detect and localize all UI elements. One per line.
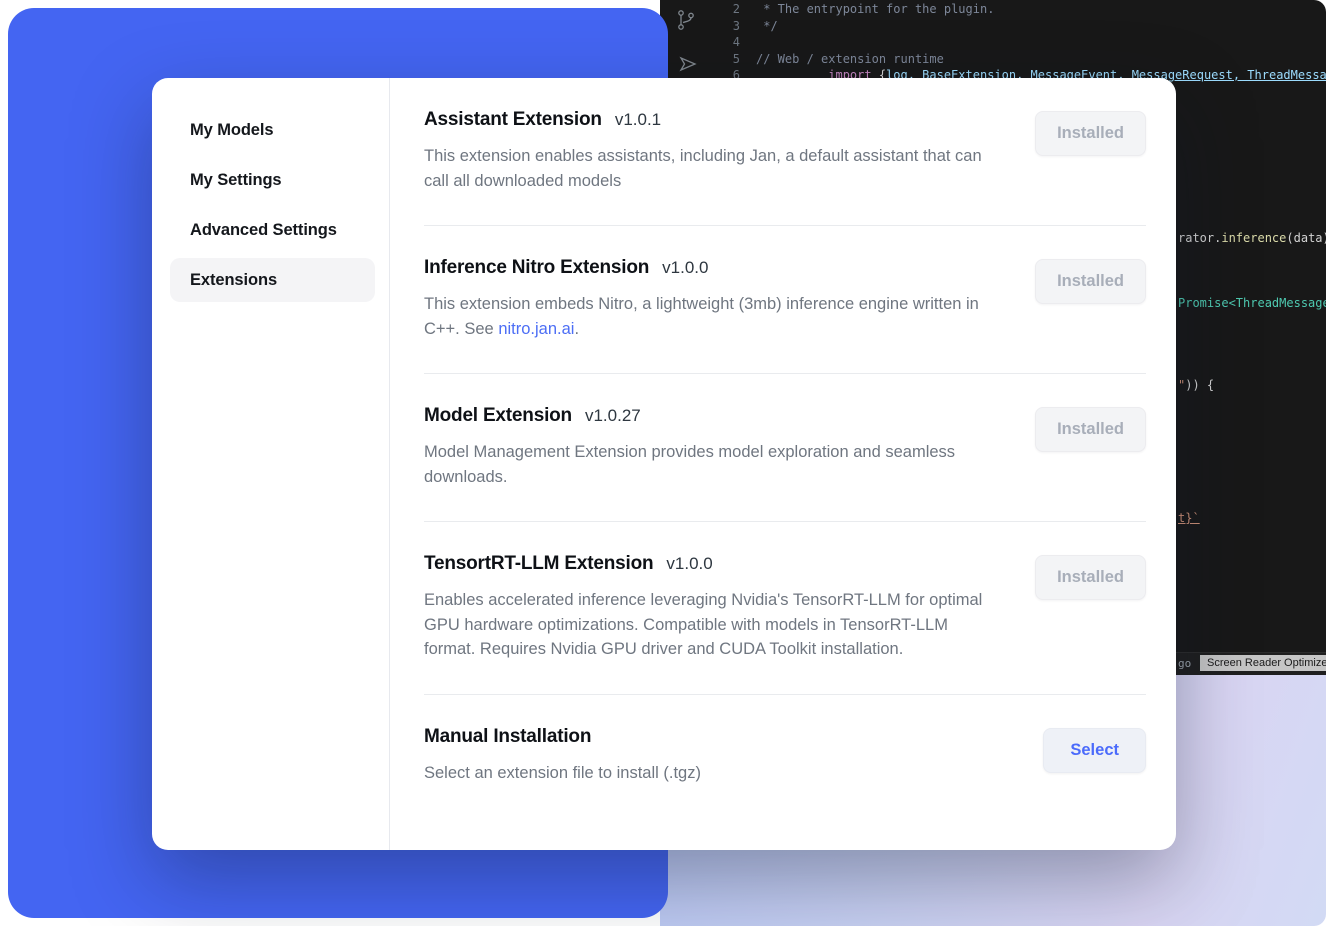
sidebar-item-advanced-settings[interactable]: Advanced Settings xyxy=(170,208,375,252)
select-file-button[interactable]: Select xyxy=(1043,728,1146,773)
code-fragment: ")) { xyxy=(1178,378,1214,392)
line-number: 4 xyxy=(660,34,740,51)
description-text: . xyxy=(574,320,579,338)
extension-info: Assistant Extension v1.0.1 This extensio… xyxy=(424,109,999,193)
code-fragment: Promise<ThreadMessage> xyxy=(1178,296,1326,310)
extension-name: Model Extension xyxy=(424,405,572,427)
extension-description: This extension embeds Nitro, a lightweig… xyxy=(424,292,999,341)
line-number: 5 xyxy=(660,51,740,68)
extension-row-model: Model Extension v1.0.27 Model Management… xyxy=(424,374,1146,522)
code-string: t}` xyxy=(1178,511,1200,525)
extension-info: TensortRT-LLM Extension v1.0.0 Enables a… xyxy=(424,553,999,662)
manual-installation-row: Manual Installation Select an extension … xyxy=(424,695,1146,818)
extension-description: Enables accelerated inference leveraging… xyxy=(424,588,999,662)
extension-name: Assistant Extension xyxy=(424,109,602,131)
code-fragment: t}` xyxy=(1178,511,1200,525)
extension-row-assistant: Assistant Extension v1.0.1 This extensio… xyxy=(424,78,1146,226)
code-function: inference xyxy=(1221,231,1286,245)
line-number: 3 xyxy=(660,18,740,35)
extension-name: Inference Nitro Extension xyxy=(424,257,649,279)
extension-row-tensorrt: TensortRT-LLM Extension v1.0.0 Enables a… xyxy=(424,522,1146,695)
code-fragment: rator.inference(data)); xyxy=(1178,231,1326,245)
sidebar-item-my-models[interactable]: My Models xyxy=(170,108,375,152)
manual-installation-description: Select an extension file to install (.tg… xyxy=(424,761,701,786)
code-text: rator. xyxy=(1178,231,1221,245)
code-lines: 2 * The entrypoint for the plugin. 3 */ … xyxy=(660,1,1326,84)
installed-button[interactable]: Installed xyxy=(1035,555,1146,600)
line-number: 2 xyxy=(660,1,740,18)
screen-reader-status-chip[interactable]: Screen Reader Optimized xyxy=(1200,655,1326,671)
settings-modal: My Models My Settings Advanced Settings … xyxy=(152,78,1176,850)
code-line: 4 xyxy=(660,34,1326,51)
installed-button[interactable]: Installed xyxy=(1035,111,1146,156)
code-text: )) { xyxy=(1185,378,1214,392)
code-text: (data)); xyxy=(1286,231,1326,245)
nitro-link[interactable]: nitro.jan.ai xyxy=(498,320,574,338)
extension-info: Model Extension v1.0.27 Model Management… xyxy=(424,405,999,489)
extension-info: Manual Installation Select an extension … xyxy=(424,726,701,786)
extension-row-nitro: Inference Nitro Extension v1.0.0 This ex… xyxy=(424,226,1146,374)
code-line: 2 * The entrypoint for the plugin. xyxy=(660,1,1326,18)
extension-version: v1.0.27 xyxy=(585,406,641,426)
settings-sidebar: My Models My Settings Advanced Settings … xyxy=(152,78,390,850)
extension-version: v1.0.0 xyxy=(662,258,708,278)
code-text: */ xyxy=(756,19,778,33)
extension-description: Model Management Extension provides mode… xyxy=(424,440,999,489)
installed-button[interactable]: Installed xyxy=(1035,407,1146,452)
extension-info: Inference Nitro Extension v1.0.0 This ex… xyxy=(424,257,999,341)
manual-installation-title: Manual Installation xyxy=(424,726,591,748)
extension-version: v1.0.0 xyxy=(666,554,712,574)
status-text: go xyxy=(1178,657,1191,670)
screen: 2 * The entrypoint for the plugin. 3 */ … xyxy=(0,0,1326,926)
extension-description: This extension enables assistants, inclu… xyxy=(424,144,999,193)
sidebar-item-my-settings[interactable]: My Settings xyxy=(170,158,375,202)
extensions-panel: Assistant Extension v1.0.1 This extensio… xyxy=(390,78,1176,850)
installed-button[interactable]: Installed xyxy=(1035,259,1146,304)
extension-name: TensortRT-LLM Extension xyxy=(424,553,653,575)
code-type: Promise<ThreadMessage> xyxy=(1178,296,1326,310)
sidebar-item-extensions[interactable]: Extensions xyxy=(170,258,375,302)
extension-version: v1.0.1 xyxy=(615,110,661,130)
code-text: * The entrypoint for the plugin. xyxy=(756,2,994,16)
code-line: 3 */ xyxy=(660,18,1326,35)
